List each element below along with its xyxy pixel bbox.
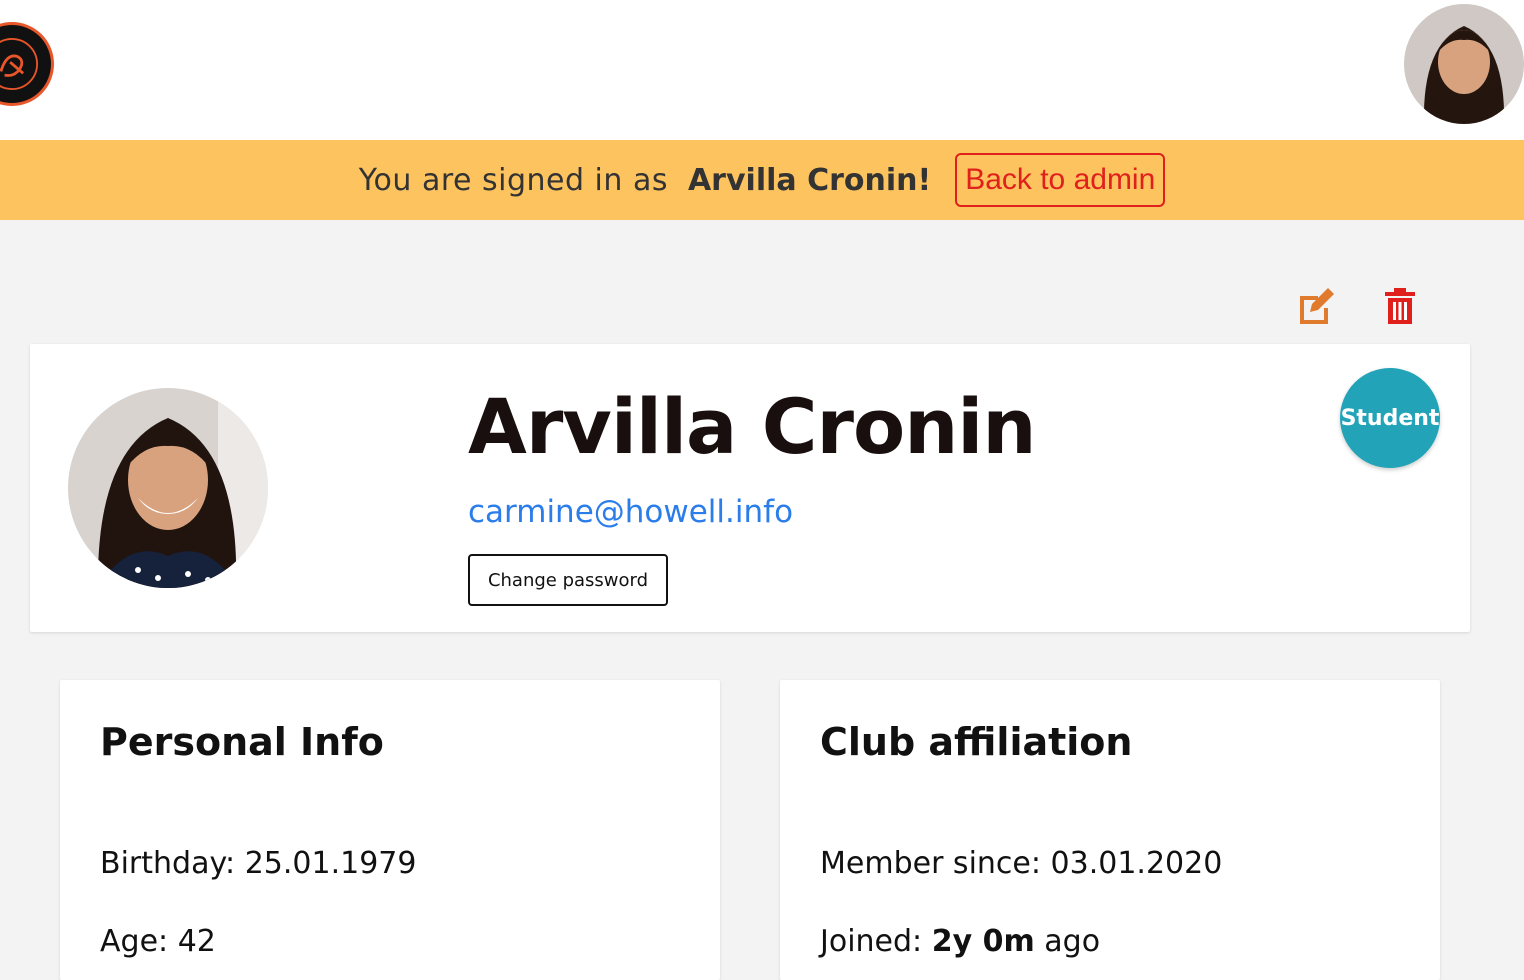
member-since-label: Member since: (820, 846, 1041, 881)
change-password-button[interactable]: Change password (468, 554, 668, 606)
signed-in-label: You are signed in as (358, 162, 668, 198)
profile-name: Arvilla Cronin (468, 382, 1036, 471)
club-logo-icon[interactable] (0, 22, 54, 106)
signed-in-user: Arvilla Cronin! (687, 162, 932, 198)
age-row: Age: 42 (100, 924, 216, 959)
impersonation-banner: You are signed in as Arvilla Cronin! Bac… (0, 140, 1524, 220)
trash-icon[interactable] (1380, 286, 1420, 326)
personal-info-title: Personal Info (100, 720, 384, 764)
role-badge: Student (1340, 368, 1440, 468)
birthday-label: Birthday: (100, 846, 236, 881)
edit-icon[interactable] (1296, 286, 1336, 326)
birthday-value: 25.01.1979 (244, 846, 417, 881)
birthday-row: Birthday: 25.01.1979 (100, 846, 416, 881)
club-affiliation-title: Club affiliation (820, 720, 1133, 764)
joined-suffix: ago (1044, 924, 1101, 959)
age-label: Age: (100, 924, 169, 959)
joined-value: 2y 0m (931, 924, 1035, 959)
personal-info-card: Personal Info Birthday: 25.01.1979 Age: … (60, 680, 720, 980)
top-bar (0, 0, 1524, 140)
profile-email-link[interactable]: carmine@howell.info (468, 494, 793, 530)
club-affiliation-card: Club affiliation Member since: 03.01.202… (780, 680, 1440, 980)
profile-card: Arvilla Cronin carmine@howell.info Chang… (30, 344, 1470, 632)
member-since-row: Member since: 03.01.2020 (820, 846, 1222, 881)
member-since-value: 03.01.2020 (1050, 846, 1223, 881)
profile-photo (68, 388, 268, 588)
age-value: 42 (177, 924, 216, 959)
joined-label: Joined: (820, 924, 923, 959)
back-to-admin-button[interactable]: Back to admin (955, 153, 1166, 207)
joined-row: Joined: 2y 0m ago (820, 924, 1100, 959)
user-avatar[interactable] (1404, 4, 1524, 124)
